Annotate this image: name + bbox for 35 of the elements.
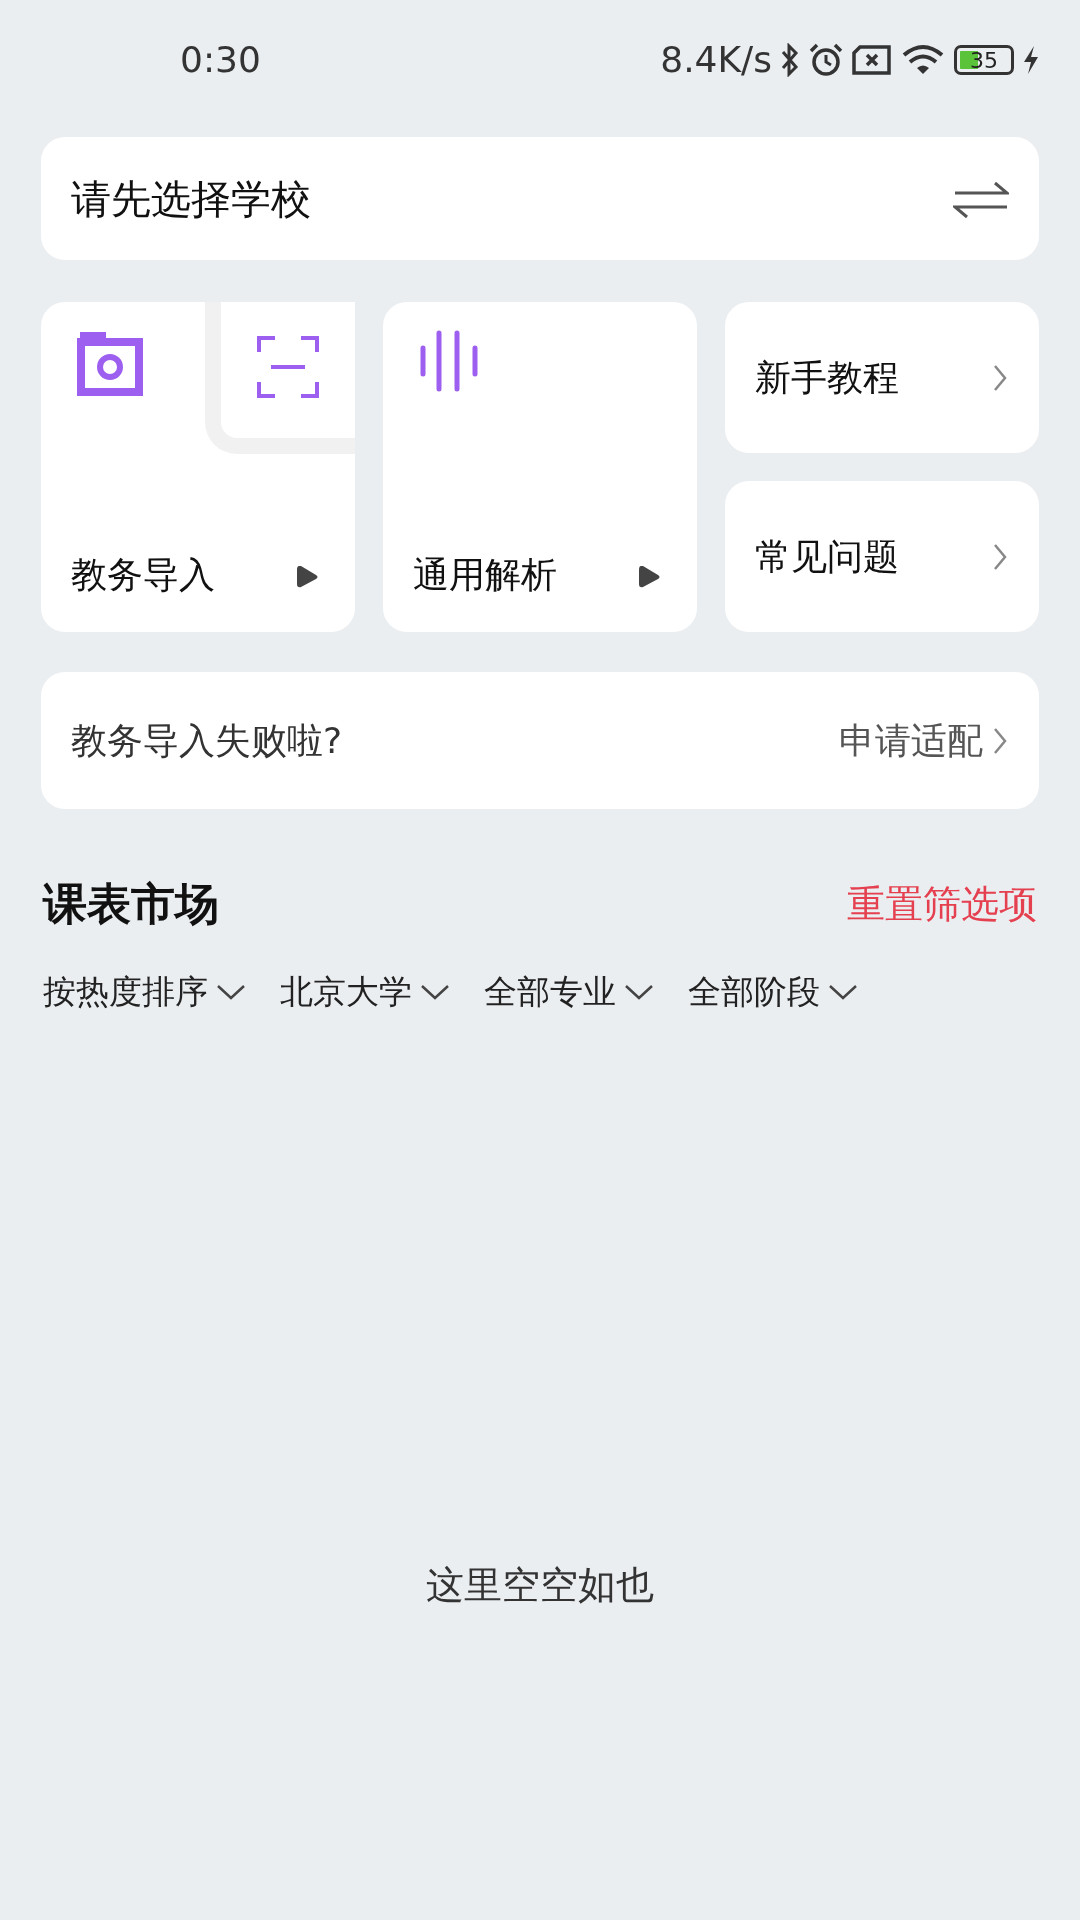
alarm-icon [808, 42, 844, 78]
chevron-down-icon [216, 982, 246, 1001]
import-card[interactable]: 通用解析 [383, 302, 697, 632]
filter-dropdown[interactable]: 全部专业 [484, 967, 654, 1017]
play-icon [295, 564, 319, 590]
fail-banner[interactable]: 教务导入失败啦? 申请适配 [41, 672, 1039, 809]
school-selector-label: 请先选择学校 [71, 174, 311, 224]
sim-error-icon [852, 45, 892, 75]
chevron-down-icon [828, 982, 858, 1001]
section-title: 课表市场 [43, 877, 219, 931]
filter-dropdown[interactable]: 北京大学 [280, 967, 450, 1017]
empty-message: 这里空空如也 [425, 1561, 655, 1609]
help-link-label: 常见问题 [755, 534, 899, 579]
school-selector[interactable]: 请先选择学校 [41, 137, 1039, 260]
scan-tile[interactable] [205, 302, 355, 454]
wifi-icon [900, 43, 946, 77]
help-link-label: 新手教程 [755, 355, 899, 400]
help-link[interactable]: 常见问题 [725, 481, 1039, 632]
charging-icon [1022, 45, 1040, 75]
fail-banner-text: 教务导入失败啦? [71, 718, 343, 763]
swap-icon [953, 181, 1009, 218]
chevron-down-icon [624, 982, 654, 1001]
filter-dropdown[interactable]: 按热度排序 [43, 967, 246, 1017]
scan-icon [257, 336, 319, 398]
status-time: 0:30 [180, 38, 261, 82]
filter-dropdown[interactable]: 全部阶段 [688, 967, 858, 1017]
request-adapt-link[interactable]: 申请适配 [839, 713, 983, 768]
import-card-label: 通用解析 [413, 553, 557, 597]
import-card[interactable]: 教务导入 [41, 302, 355, 632]
network-speed: 8.4K/s [660, 38, 772, 82]
chevron-down-icon [420, 982, 450, 1001]
import-card-label: 教务导入 [71, 553, 215, 597]
bluetooth-icon [780, 43, 800, 77]
play-icon [637, 564, 661, 590]
help-link[interactable]: 新手教程 [725, 302, 1039, 453]
